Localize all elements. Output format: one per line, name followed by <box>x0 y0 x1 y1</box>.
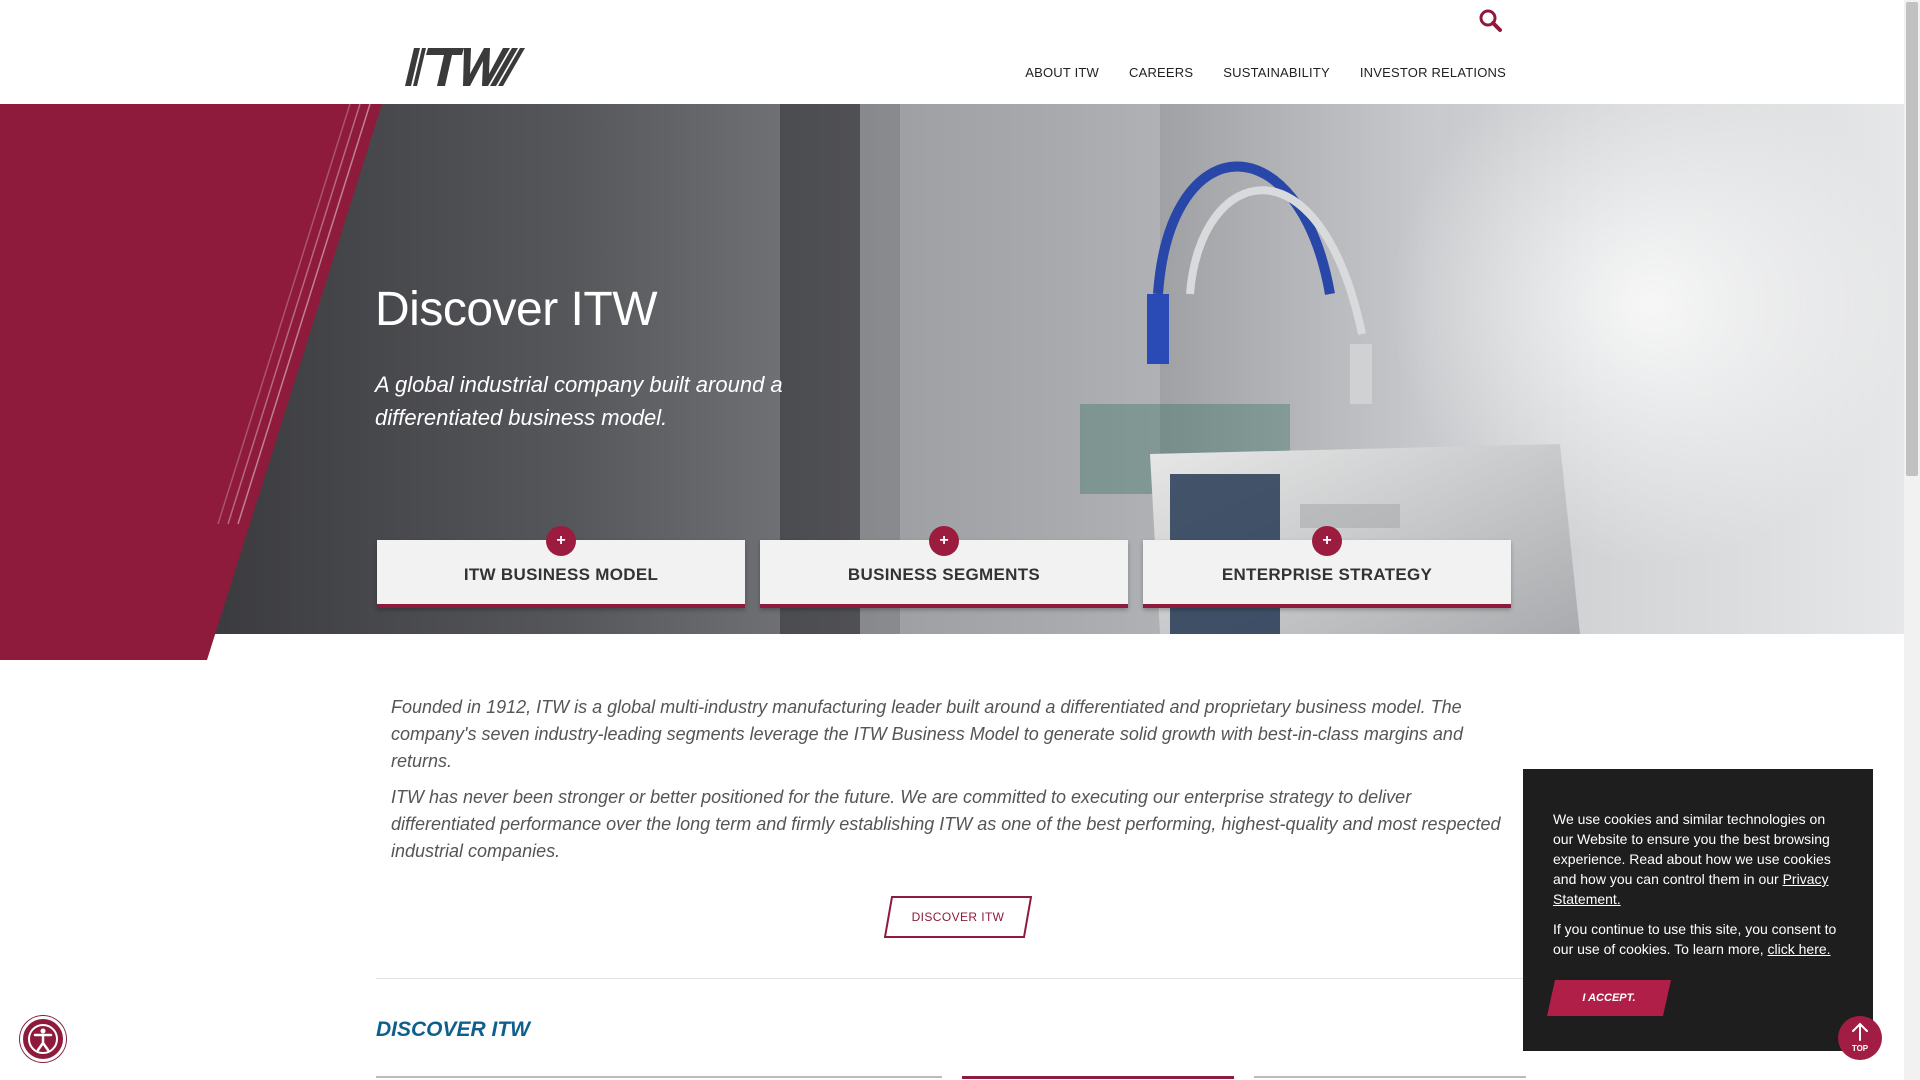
tile-top-border-active <box>962 1076 1234 1080</box>
accessibility-icon <box>28 1024 58 1054</box>
nav-investor-relations[interactable]: INVESTOR RELATIONS <box>1360 65 1506 80</box>
hero-title: Discover ITW <box>375 283 658 336</box>
card-label: ENTERPRISE STRATEGY <box>1221 565 1433 584</box>
click-here-link[interactable]: click here. <box>1768 941 1831 957</box>
card-business-segments[interactable]: + BUSINESS SEGMENTS <box>760 526 1128 608</box>
hero-maroon-accent <box>0 104 382 660</box>
card-label: BUSINESS SEGMENTS <box>847 565 1041 584</box>
card-itw-business-model[interactable]: + ITW BUSINESS MODEL <box>377 526 745 608</box>
nav-careers[interactable]: CAREERS <box>1129 65 1193 80</box>
tile-top-border <box>1254 1076 1526 1080</box>
intro-text: Founded in 1912, ITW is a global multi-i… <box>391 694 1511 865</box>
hero-subtitle: A global industrial company built around… <box>375 372 783 430</box>
plus-icon[interactable]: + <box>1312 526 1342 556</box>
accept-cookies-button[interactable]: I ACCEPT. <box>1547 980 1671 1016</box>
section-title: DISCOVER ITW <box>376 1018 531 1041</box>
back-to-top-button[interactable]: TOP <box>1838 1016 1882 1060</box>
itw-logo[interactable] <box>404 44 526 90</box>
scrollbar-thumb[interactable] <box>1906 2 1918 476</box>
discover-itw-label: DISCOVER ITW <box>911 910 1005 924</box>
top-label: TOP <box>1851 1044 1869 1053</box>
arrow-up-icon <box>1852 1022 1868 1041</box>
plus-icon[interactable]: + <box>929 526 959 556</box>
nav-about-itw[interactable]: ABOUT ITW <box>1025 65 1099 80</box>
cookie-text-1: We use cookies and similar technologies … <box>1553 809 1843 909</box>
section-divider <box>376 978 1524 979</box>
discover-itw-button[interactable]: DISCOVER ITW <box>883 896 1033 938</box>
card-label: ITW BUSINESS MODEL <box>463 565 659 584</box>
search-button[interactable] <box>1476 6 1506 36</box>
site-header: ABOUT ITW CAREERS SUSTAINABILITY INVESTO… <box>0 0 1904 104</box>
intro-paragraph-2: ITW has never been stronger or better po… <box>391 787 1501 861</box>
nav-sustainability[interactable]: SUSTAINABILITY <box>1223 65 1330 80</box>
accept-label: I ACCEPT. <box>1582 992 1636 1004</box>
cookie-text-2: If you continue to use this site, you co… <box>1553 919 1843 959</box>
tile-top-border <box>376 1076 942 1080</box>
search-icon <box>1479 9 1502 32</box>
plus-icon[interactable]: + <box>546 526 576 556</box>
card-enterprise-strategy[interactable]: + ENTERPRISE STRATEGY <box>1143 526 1511 608</box>
accessibility-button[interactable] <box>20 1016 66 1062</box>
intro-paragraph-1: Founded in 1912, ITW is a global multi-i… <box>391 697 1463 771</box>
main-nav: ABOUT ITW CAREERS SUSTAINABILITY INVESTO… <box>1025 65 1506 80</box>
